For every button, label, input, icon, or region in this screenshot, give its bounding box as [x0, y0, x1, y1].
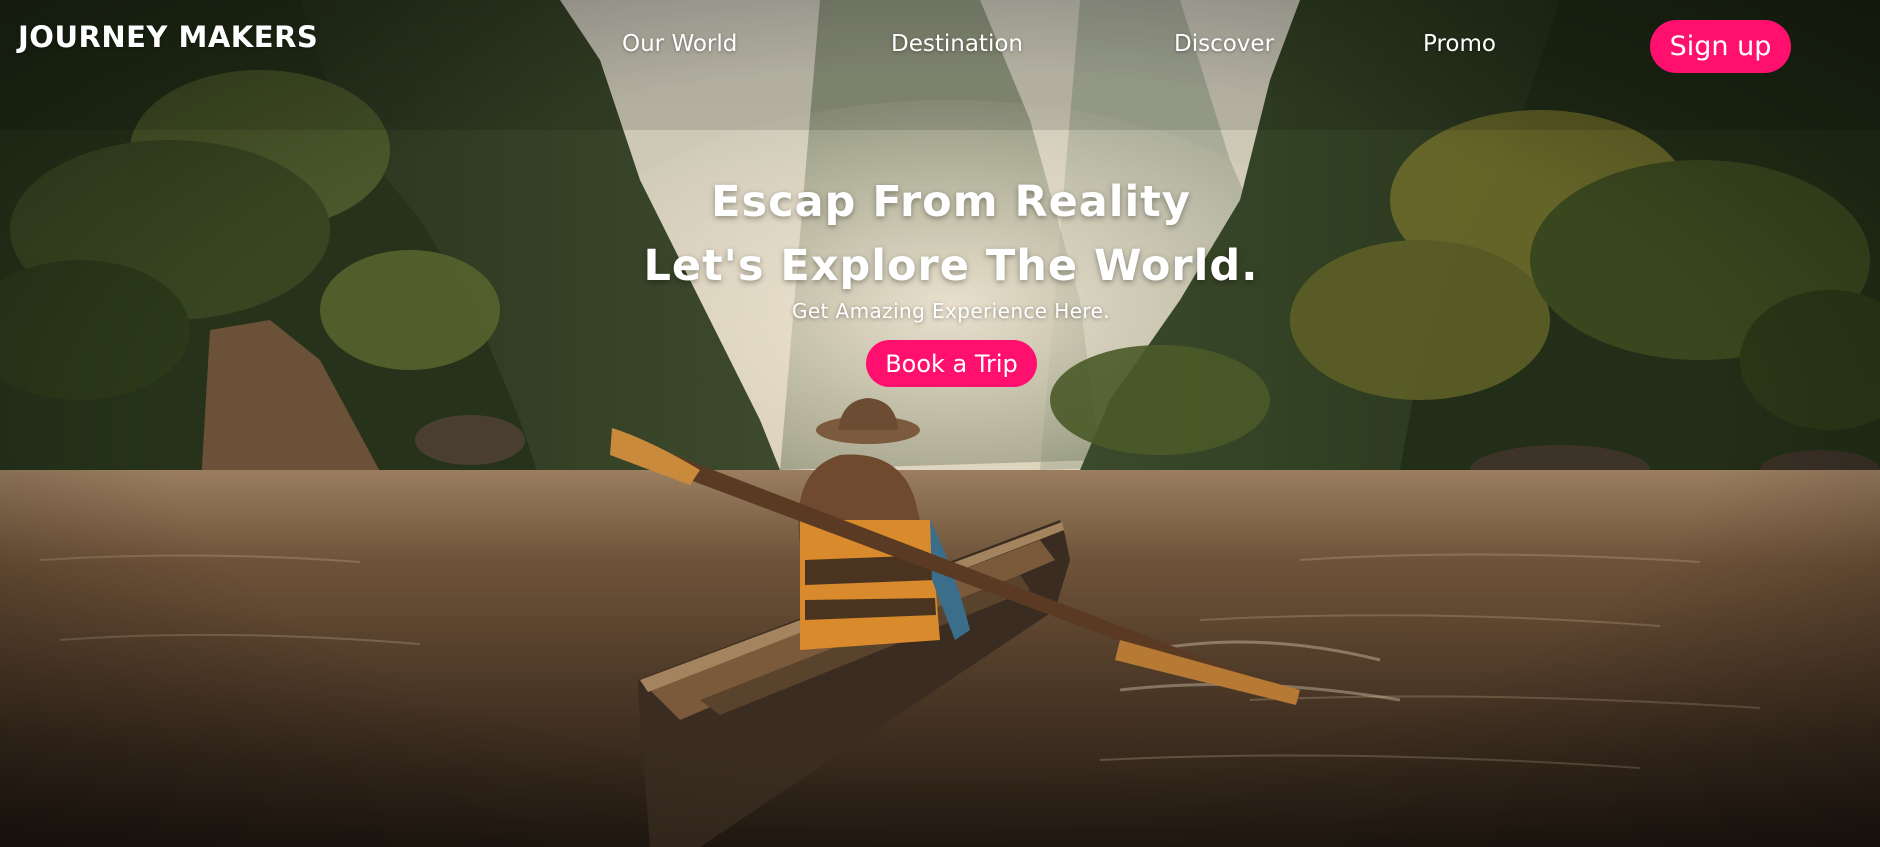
book-a-trip-button[interactable]: Book a Trip: [866, 340, 1037, 387]
top-navbar: JOURNEY MAKERS Our World Destination Dis…: [0, 0, 1880, 90]
hero-background-image: [0, 0, 1880, 847]
nav-link-destination[interactable]: Destination: [891, 31, 1023, 57]
hero-section: JOURNEY MAKERS Our World Destination Dis…: [0, 0, 1880, 847]
brand-logo[interactable]: JOURNEY MAKERS: [18, 20, 318, 54]
hero-subtitle: Get Amazing Experience Here.: [791, 299, 1111, 323]
nav-link-promo[interactable]: Promo: [1423, 31, 1496, 57]
sign-up-button[interactable]: Sign up: [1650, 20, 1791, 73]
nav-link-our-world[interactable]: Our World: [622, 31, 737, 57]
nav-link-discover[interactable]: Discover: [1174, 31, 1274, 57]
hero-headline: Escap From Reality Let's Explore The Wor…: [0, 170, 1880, 298]
hero-headline-line-1: Escap From Reality: [711, 177, 1191, 227]
hero-headline-line-2: Let's Explore The World.: [643, 241, 1259, 291]
